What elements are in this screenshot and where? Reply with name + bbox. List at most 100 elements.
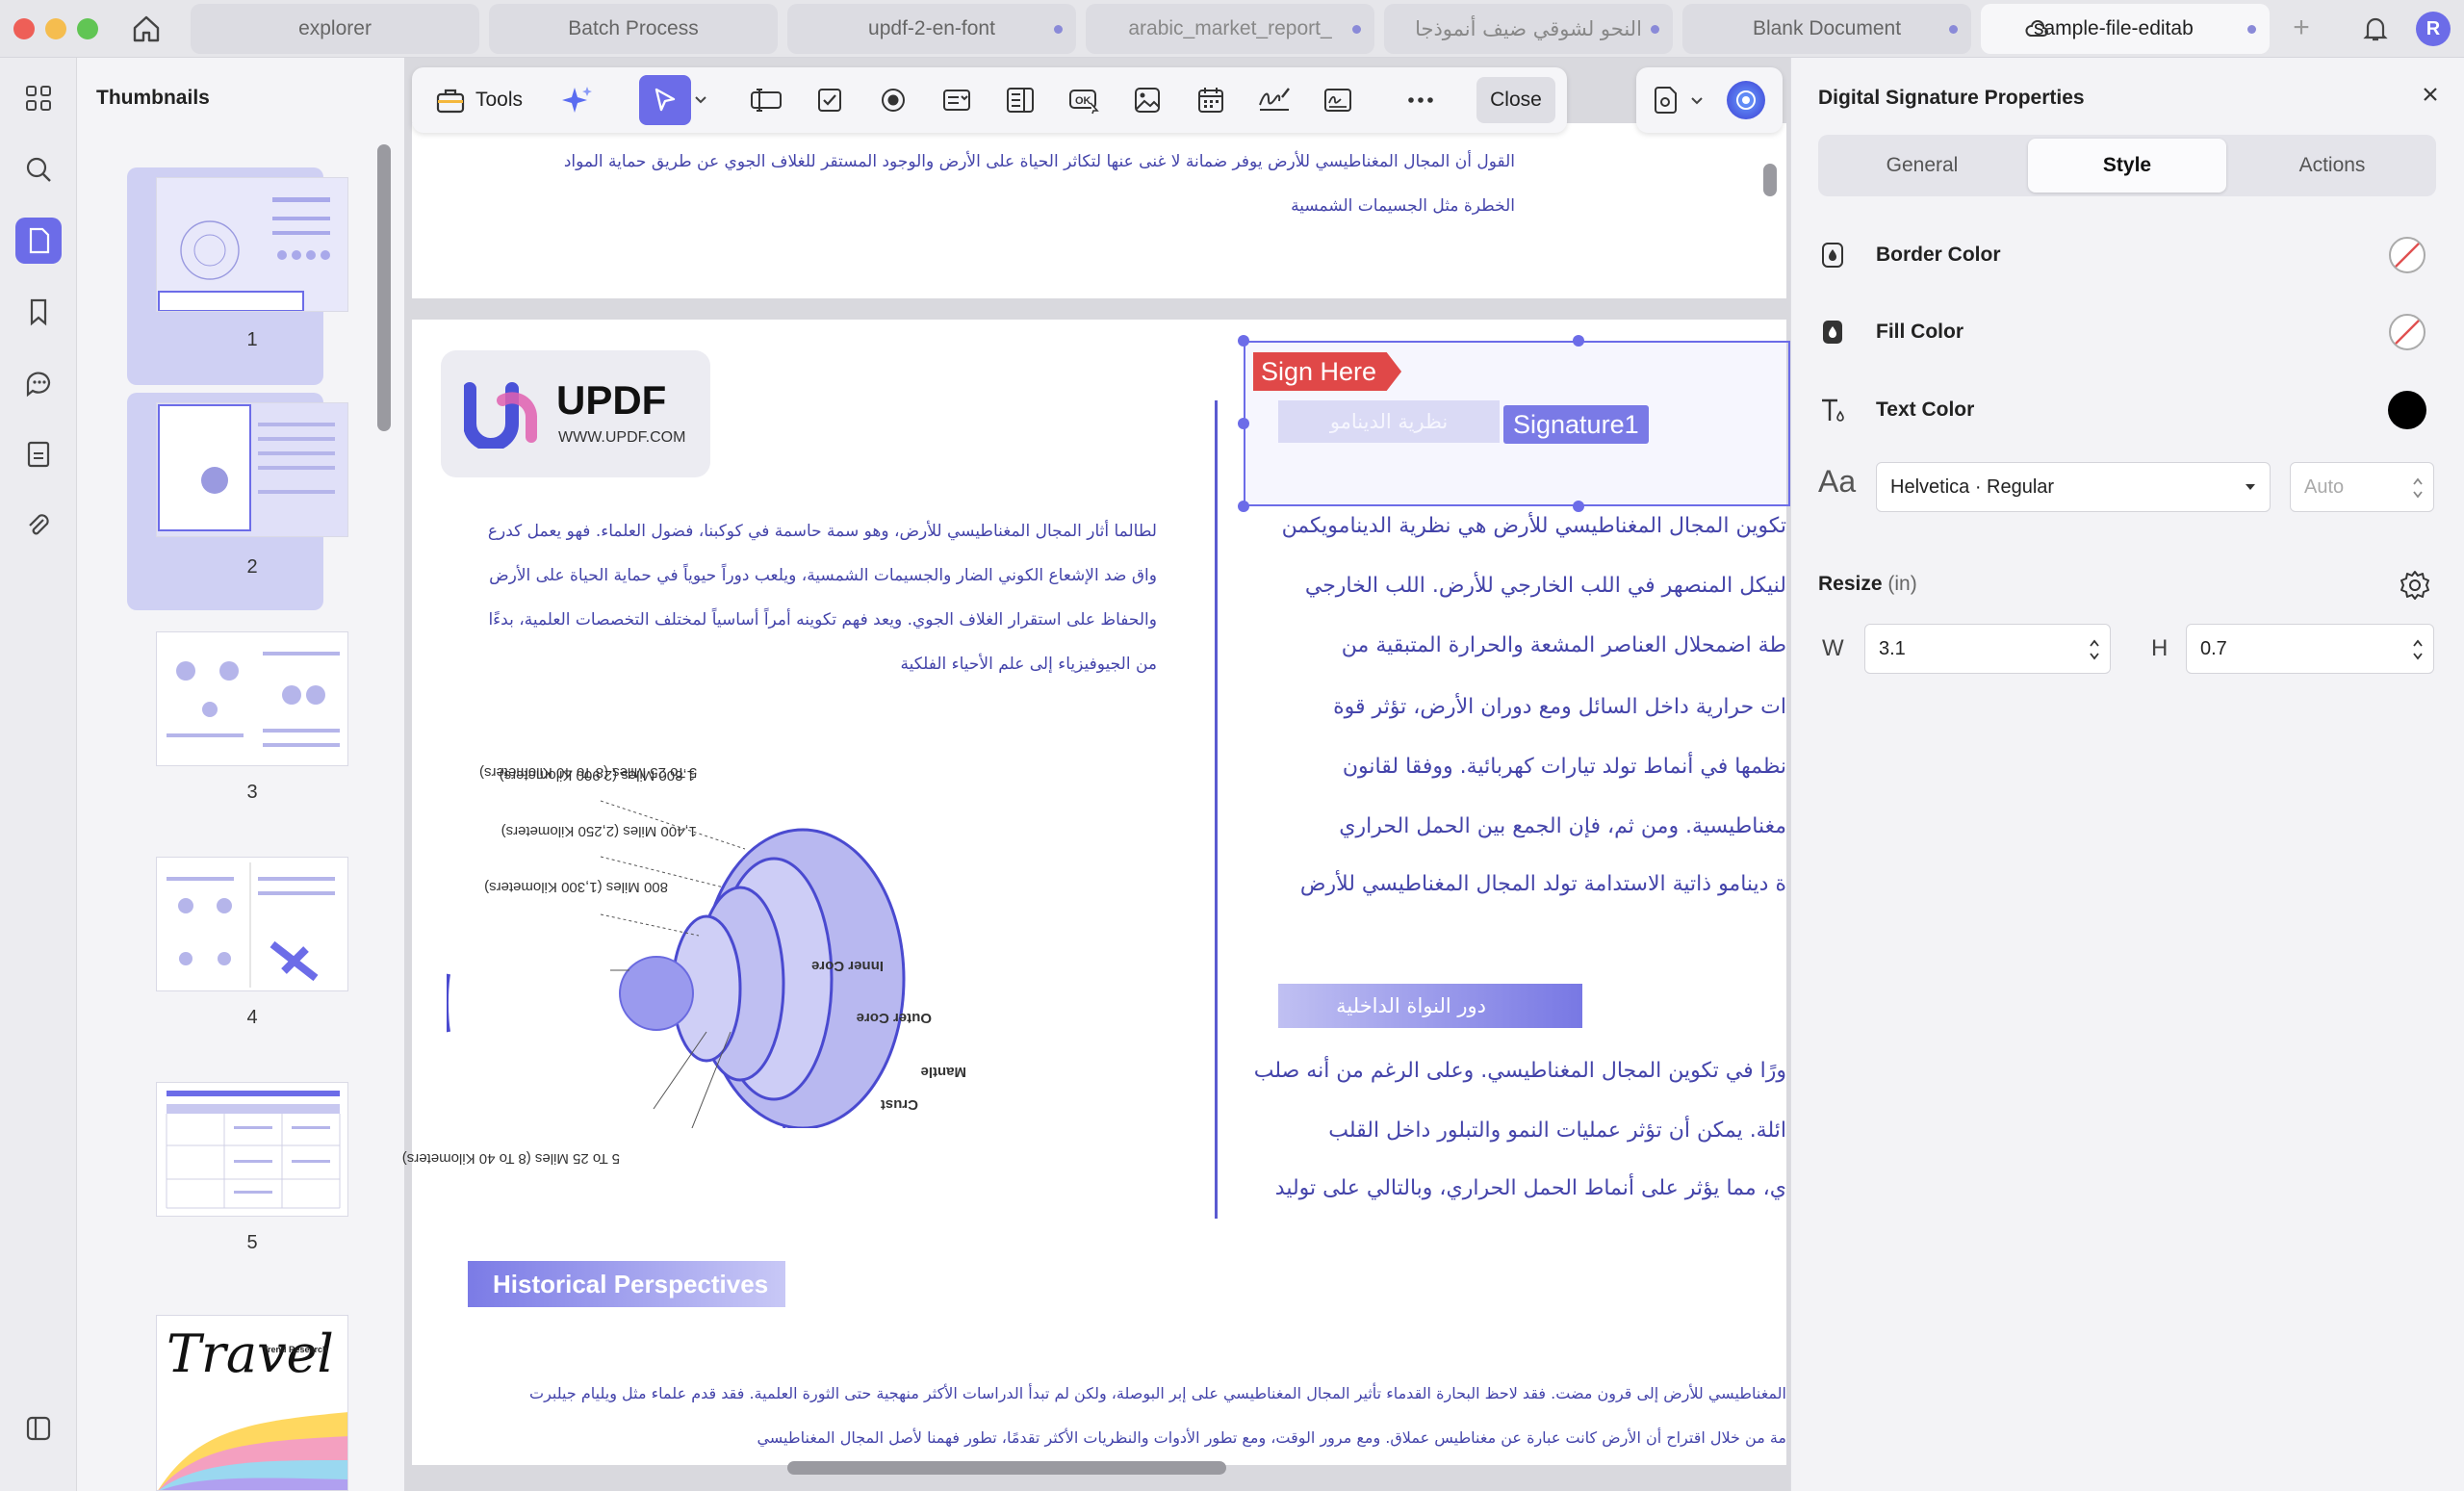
- form-icon[interactable]: [15, 431, 62, 477]
- chevron-down-icon[interactable]: [1690, 94, 1704, 108]
- text-color-icon: [1822, 398, 1844, 422]
- document-horizontal-scrollbar[interactable]: [787, 1461, 1226, 1475]
- updf-logo-icon: [464, 382, 537, 449]
- thumbnail-number: 1: [246, 329, 258, 350]
- font-select[interactable]: Helvetica · Regular: [1876, 462, 2271, 512]
- resize-handle[interactable]: [1573, 501, 1584, 512]
- search-icon[interactable]: [15, 146, 62, 193]
- resize-handle[interactable]: [1238, 501, 1249, 512]
- resize-title: Resize: [1818, 573, 1883, 595]
- save-icon[interactable]: [1644, 79, 1686, 121]
- document-vertical-scrollbar[interactable]: [1763, 164, 1777, 196]
- tab-sample-file-editable[interactable]: sample-file-editab: [1981, 4, 2270, 54]
- ai-assistant-icon[interactable]: [1727, 81, 1765, 119]
- toolbox-icon: [436, 89, 465, 114]
- diagram-label: 1,400 Miles (2,250 Kilometers): [500, 823, 697, 839]
- comment-icon[interactable]: [15, 360, 62, 406]
- apps-grid-icon[interactable]: [15, 75, 62, 121]
- tools-button[interactable]: Tools: [435, 81, 523, 119]
- tab-batch-process[interactable]: Batch Process: [489, 4, 778, 54]
- pages-icon[interactable]: [15, 218, 62, 264]
- left-rail: [0, 58, 77, 1491]
- svg-text:OK: OK: [1075, 95, 1091, 107]
- minimize-window-icon[interactable]: [45, 18, 66, 39]
- checkbox-icon[interactable]: [808, 79, 851, 121]
- stepper-icon[interactable]: [2412, 476, 2424, 500]
- right-text-line: ات حرارية داخل السائل ومع دوران الأرض، ت…: [1333, 695, 1786, 719]
- avatar-initial: R: [2426, 17, 2441, 39]
- close-icon[interactable]: [2417, 81, 2444, 108]
- ai-sparkle-icon[interactable]: [556, 79, 599, 121]
- resize-label: Resize (in): [1818, 573, 1917, 596]
- signature-tool-icon[interactable]: [1253, 79, 1296, 121]
- attachment-icon[interactable]: [15, 502, 62, 549]
- bookmark-icon[interactable]: [15, 289, 62, 335]
- bell-icon[interactable]: [2360, 13, 2391, 44]
- cloud-icon: [2025, 20, 2048, 37]
- tab-arabic-market-report[interactable]: arabic_market_report_: [1086, 4, 1374, 54]
- right-text-line: طة اضمحلال العناصر المشعة والحرارة المتب…: [1341, 633, 1786, 657]
- list-box-icon[interactable]: [999, 79, 1041, 121]
- close-toolbar-button[interactable]: Close: [1476, 77, 1555, 123]
- text-color-swatch[interactable]: [2388, 391, 2426, 429]
- width-label: W: [1822, 635, 1844, 661]
- no-color-swatch-icon[interactable]: [2388, 313, 2426, 351]
- intro-line: والحفاظ على استقرار الغلاف الجوي. ويعد ف…: [488, 610, 1157, 630]
- tab-label: Batch Process: [568, 17, 699, 39]
- new-tab-icon[interactable]: +: [2287, 13, 2316, 42]
- radio-button-icon[interactable]: [872, 79, 914, 121]
- more-options-icon[interactable]: [1399, 79, 1442, 121]
- text-field-icon[interactable]: [745, 79, 787, 121]
- tab-modified-dot: [1949, 25, 1958, 34]
- thumbnail-number: 2: [246, 556, 258, 578]
- font-select-value: Helvetica · Regular: [1890, 476, 2055, 498]
- chevron-down-icon[interactable]: [693, 92, 708, 108]
- height-value: 0.7: [2200, 637, 2227, 659]
- no-color-swatch-icon[interactable]: [2388, 236, 2426, 274]
- select-tool-button[interactable]: [639, 75, 691, 125]
- ok-button-icon[interactable]: OK: [1063, 79, 1105, 121]
- maximize-window-icon[interactable]: [77, 18, 98, 39]
- date-field-icon[interactable]: [1190, 79, 1232, 121]
- diagram-label: Mantle: [920, 1064, 966, 1080]
- tab-explorer[interactable]: explorer: [191, 4, 479, 54]
- resize-handle[interactable]: [1238, 335, 1249, 347]
- resize-unit: (in): [1887, 573, 1917, 595]
- close-window-icon[interactable]: [13, 18, 35, 39]
- avatar[interactable]: R: [2416, 12, 2451, 46]
- tab-arabic-doc[interactable]: النحو لشوقي ضيف أنموذجا: [1384, 4, 1673, 54]
- inner-text-line: ي، مما يؤثر على أنماط الحمل الحراري، وبا…: [1274, 1176, 1786, 1200]
- home-icon[interactable]: [129, 12, 164, 46]
- thumbnail-page-5[interactable]: [156, 1082, 348, 1217]
- resize-handle[interactable]: [1238, 418, 1249, 429]
- intro-line: لطالما أثار المجال المغناطيسي للأرض، وهو…: [487, 522, 1157, 541]
- resize-handle[interactable]: [1573, 335, 1584, 347]
- height-label: H: [2151, 635, 2169, 661]
- sidebar-toggle-icon[interactable]: [15, 1405, 62, 1452]
- tab-blank-document[interactable]: Blank Document: [1682, 4, 1971, 54]
- stepper-icon[interactable]: [2412, 638, 2424, 661]
- fill-color-label: Fill Color: [1876, 321, 1964, 343]
- font-size-input[interactable]: Auto: [2290, 462, 2434, 512]
- right-toolbar: [1636, 67, 1783, 133]
- image-field-icon[interactable]: [1126, 79, 1168, 121]
- thumbnails-scrollbar[interactable]: [377, 144, 391, 431]
- tab-general[interactable]: General: [1826, 139, 2018, 193]
- digital-signature-icon[interactable]: [1317, 79, 1359, 121]
- right-text-line: تكوين المجال المغناطيسي للأرض هي نظرية ا…: [1281, 514, 1786, 538]
- thumbnail-page-6[interactable]: Travel Trend Research: [156, 1315, 348, 1491]
- tab-updf-2-en-font[interactable]: updf-2-en-font: [787, 4, 1076, 54]
- right-text-line: مغناطيسية. ومن ثم، فإن الجمع بين الحمل ا…: [1339, 814, 1786, 838]
- signature-name-tag: Signature1: [1503, 405, 1649, 444]
- dropdown-field-icon[interactable]: [936, 79, 978, 121]
- height-input[interactable]: 0.7: [2186, 624, 2434, 674]
- thumbnail-image: [156, 402, 348, 537]
- thumbnail-page-3[interactable]: [156, 631, 348, 766]
- width-input[interactable]: 3.1: [1864, 624, 2111, 674]
- diagram-label-group: 5 To 25 Miles (8 To 40 Kilometers) Crust…: [402, 762, 1140, 1167]
- tab-actions[interactable]: Actions: [2236, 139, 2428, 193]
- stepper-icon[interactable]: [2089, 638, 2100, 661]
- tab-style[interactable]: Style: [2028, 139, 2226, 193]
- thumbnail-page-4[interactable]: [156, 857, 348, 991]
- gear-icon[interactable]: [2398, 568, 2432, 603]
